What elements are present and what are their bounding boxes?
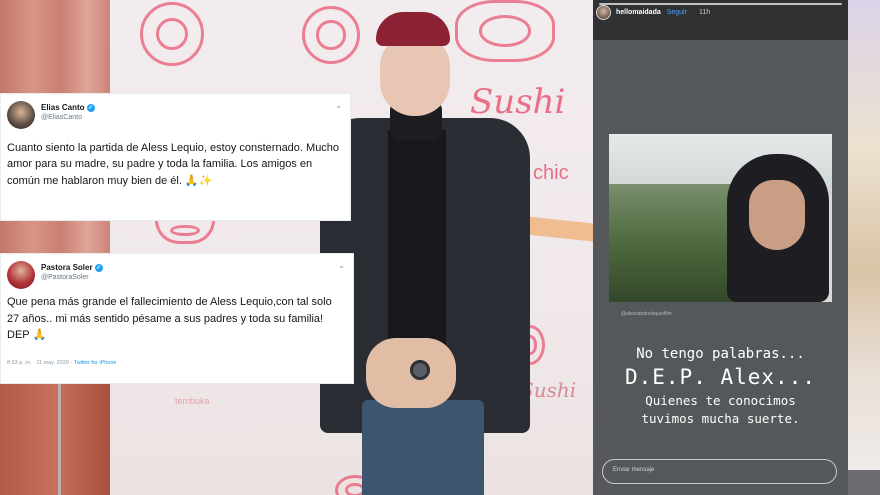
wristwatch [410,360,430,380]
wall-small-text: tembuka [175,396,210,406]
tweet-metadata: 8:53 p. m. · 11 may. 2020 · Twitter for … [7,360,116,366]
photo-caption: @alessandrolequiofilm [621,311,672,317]
story-progress-bar [599,3,842,5]
chevron-down-icon[interactable]: ⌄ [335,101,342,110]
tweet-source-link[interactable]: Twitter for iPhone [74,360,117,366]
tweet-text: Que pena más grande el fallecimiento de … [7,296,332,341]
story-text-line: tuvimos mucha suerte. [641,411,800,426]
author-name-text[interactable]: Elias Canto [41,103,85,112]
avatar[interactable] [596,5,611,20]
verified-badge-icon: ✓ [94,263,103,272]
tweet-author-handle[interactable]: @PastoraSoler [41,274,89,281]
wall-tagline-text: chic [533,162,569,184]
verified-badge-icon: ✓ [86,103,95,112]
adjacent-photo-strip-bottom [848,470,880,495]
chevron-down-icon[interactable]: ⌄ [338,261,345,270]
instagram-story[interactable]: hellomaidada Seguir 11h @alessandrolequi… [593,0,848,495]
story-header: hellomaidada Seguir 11h [593,0,848,40]
avatar[interactable] [7,261,35,289]
follow-link[interactable]: Seguir [667,9,687,16]
light-stand [58,380,61,495]
story-photo [609,134,832,302]
flower-logo [155,220,215,244]
send-message-placeholder: Enviar mensaje [613,467,655,473]
send-message-input[interactable]: Enviar mensaje [602,459,837,484]
flower-logo [140,2,204,66]
author-name-text[interactable]: Pastora Soler [41,263,93,272]
story-username-text[interactable]: hellomaidada [616,9,661,16]
story-text-line: D.E.P. Alex... [624,365,816,389]
avatar[interactable] [7,101,35,129]
tweet-card[interactable]: Elias Canto ✓ @EliasCanto ⌄ Cuanto siento… [0,93,351,221]
man-in-cap [318,0,538,495]
story-time: 11h [699,9,711,16]
tweet-author-name[interactable]: Elias Canto ✓ [41,103,95,112]
event-photo: Sushi chic Sushi tembuka [0,0,600,495]
red-cap [376,12,450,46]
face [749,180,805,250]
story-text-line: No tengo palabras... [636,346,805,362]
face [380,36,450,116]
story-text-line: Quienes te conocimos [645,393,796,408]
red-curtain [0,0,110,495]
tweet-text: Cuanto siento la partida de Aless Lequio… [7,142,340,187]
story-username[interactable]: hellomaidada Seguir [616,9,687,16]
tweet-timestamp[interactable]: 8:53 p. m. · 11 may. 2020 · [7,360,72,366]
tweet-author-name[interactable]: Pastora Soler ✓ [41,263,103,272]
adjacent-photo-strip [848,0,880,495]
tweet-author-handle[interactable]: @EliasCanto [41,114,82,121]
tweet-card[interactable]: Pastora Soler ✓ @PastoraSoler ⌄ Que pena … [0,253,354,384]
jeans [362,400,484,495]
